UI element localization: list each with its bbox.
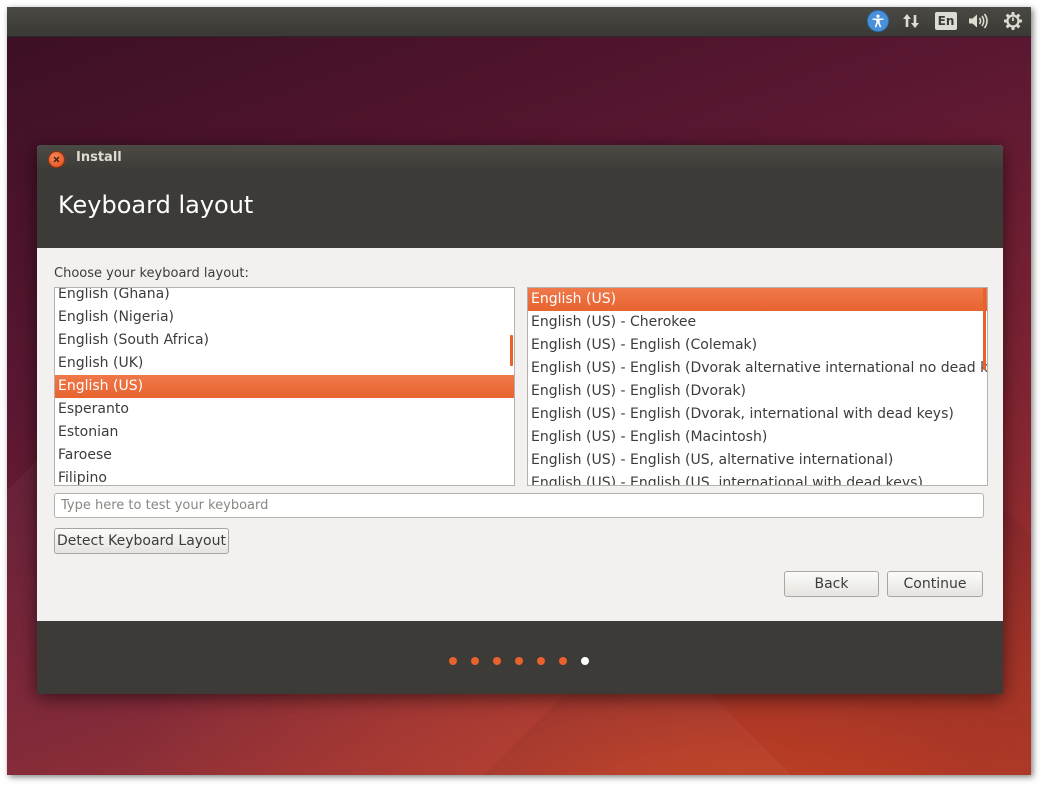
layout-list-scrollbar[interactable]	[510, 335, 513, 366]
progress-dot	[581, 657, 589, 665]
layout-prompt-label: Choose your keyboard layout:	[54, 266, 249, 281]
list-item[interactable]: English (US) - English (Dvorak, internat…	[528, 403, 987, 426]
list-item[interactable]: English (US)	[55, 375, 514, 398]
close-button[interactable]	[48, 151, 65, 168]
variant-list-scrollbar[interactable]	[983, 288, 986, 370]
window-title: Install	[76, 150, 122, 165]
list-item[interactable]: English (UK)	[55, 352, 514, 375]
top-panel: En	[7, 7, 1031, 37]
list-item[interactable]: English (US) - English (Dvorak alternati…	[528, 357, 987, 380]
close-icon	[53, 156, 60, 163]
list-item[interactable]: English (US) - English (Macintosh)	[528, 426, 987, 449]
installer-window: Install Keyboard layout Choose your keyb…	[37, 145, 1003, 694]
list-item[interactable]: English (South Africa)	[55, 329, 514, 352]
keyboard-test-input[interactable]	[54, 493, 984, 518]
page-content: Choose your keyboard layout: English (Gh…	[37, 248, 1003, 621]
progress-dot	[471, 657, 479, 665]
accessibility-indicator[interactable]	[866, 10, 890, 32]
power-gear-icon	[1004, 12, 1022, 30]
session-indicator[interactable]	[1001, 10, 1025, 32]
desktop-background: En Install Keyboard layout Choose your k…	[7, 7, 1031, 775]
list-item[interactable]: Faroese	[55, 444, 514, 467]
sound-indicator[interactable]	[965, 10, 991, 32]
language-indicator-label: En	[934, 12, 958, 30]
list-item[interactable]: English (Nigeria)	[55, 306, 514, 329]
detect-keyboard-layout-button[interactable]: Detect Keyboard Layout	[54, 528, 229, 554]
sound-icon	[969, 13, 988, 29]
progress-dot	[449, 657, 457, 665]
progress-dots	[449, 657, 589, 665]
network-indicator[interactable]	[899, 10, 923, 32]
language-indicator[interactable]: En	[933, 10, 959, 32]
progress-dot	[493, 657, 501, 665]
list-item[interactable]: English (US) - English (US, alternative …	[528, 449, 987, 472]
network-icon	[903, 14, 919, 28]
window-titlebar[interactable]: Install	[37, 145, 1003, 171]
progress-dot	[559, 657, 567, 665]
accessibility-icon	[867, 10, 889, 32]
list-item[interactable]: English (US) - English (Colemak)	[528, 334, 987, 357]
back-button[interactable]: Back	[784, 571, 879, 597]
list-item[interactable]: English (US) - English (US, internationa…	[528, 472, 987, 485]
list-item[interactable]: Filipino	[55, 467, 514, 485]
list-item[interactable]: Esperanto	[55, 398, 514, 421]
page-header: Keyboard layout	[37, 171, 1003, 248]
list-item[interactable]: Estonian	[55, 421, 514, 444]
list-item[interactable]: English (US) - Cherokee	[528, 311, 987, 334]
list-item[interactable]: English (Ghana)	[55, 288, 514, 306]
variant-list[interactable]: English (US) English (US) - Cherokee Engli…	[527, 287, 988, 486]
continue-button[interactable]: Continue	[887, 571, 983, 597]
list-item[interactable]: English (US) - English (Dvorak)	[528, 380, 987, 403]
page-title: Keyboard layout	[58, 191, 254, 219]
layout-list[interactable]: English (Ghana) English (Nigeria) English …	[54, 287, 515, 486]
list-item[interactable]: English (US)	[528, 288, 987, 311]
progress-dot	[515, 657, 523, 665]
progress-footer	[37, 621, 1003, 694]
progress-dot	[537, 657, 545, 665]
